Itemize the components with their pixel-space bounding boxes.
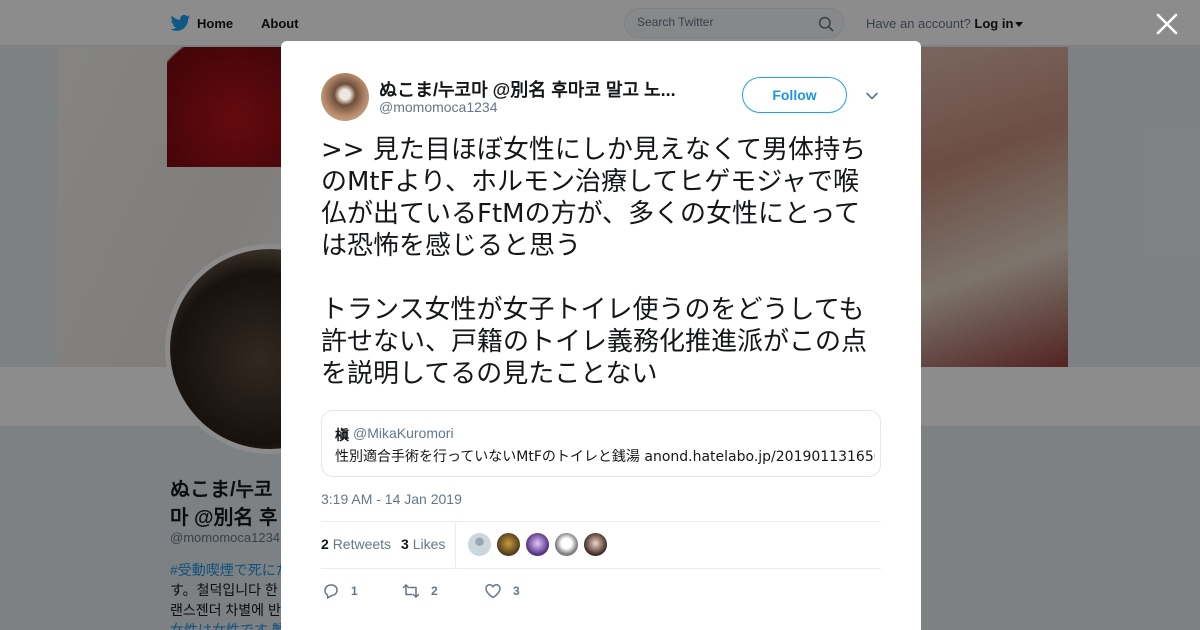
likes-label: Likes [412, 536, 446, 552]
quoted-author-name: 槇 [335, 428, 349, 444]
likes-count: 3 [401, 536, 409, 552]
heart-icon [485, 584, 501, 599]
retweet-button[interactable]: 2 [401, 581, 441, 601]
retweets-label: Retweets [332, 536, 392, 552]
likes-stat[interactable]: 3 Likes [401, 536, 445, 552]
liker-avatar[interactable] [525, 532, 550, 557]
quoted-author-handle: @MikaKuromori [353, 425, 454, 441]
liker-avatar[interactable] [583, 532, 608, 557]
author-avatar[interactable] [321, 73, 369, 121]
like-count: 3 [513, 584, 520, 598]
liker-avatar[interactable] [496, 532, 521, 557]
author-handle[interactable]: @momomoca1234 [379, 99, 498, 115]
chevron-down-icon[interactable] [865, 89, 879, 103]
retweet-count: 2 [431, 584, 438, 598]
like-button[interactable]: 3 [483, 581, 523, 601]
follow-button[interactable]: Follow [742, 77, 847, 113]
quoted-tweet-text: 性別適合手術を行っていないMtFのトイレと銭湯 anond.hatelabo.j… [335, 449, 875, 465]
liker-avatar[interactable] [554, 532, 579, 557]
liker-avatar[interactable] [467, 532, 492, 557]
divider [321, 568, 881, 569]
reply-icon [324, 584, 338, 599]
stats-separator [455, 522, 456, 568]
tweet-text: >> 見た目ほぼ女性にしか見えなくて男体持ちのMtFより、ホルモン治療してヒゲモ… [321, 135, 868, 389]
retweets-count: 2 [321, 536, 329, 552]
reply-count: 1 [351, 584, 358, 598]
close-icon[interactable] [1154, 11, 1180, 37]
tweet-modal: ぬこま/누코마 @別名 후마코 말고 노... @momomoca1234 Fo… [281, 41, 921, 630]
quoted-tweet[interactable]: 槇 @MikaKuromori 性別適合手術を行っていないMtFのトイレと銭湯 … [321, 410, 881, 477]
divider [321, 521, 881, 522]
reply-button[interactable]: 1 [321, 581, 361, 601]
retweets-stat[interactable]: 2 Retweets [321, 536, 391, 552]
retweet-icon [402, 584, 420, 598]
tweet-timestamp[interactable]: 3:19 AM - 14 Jan 2019 [321, 491, 462, 507]
